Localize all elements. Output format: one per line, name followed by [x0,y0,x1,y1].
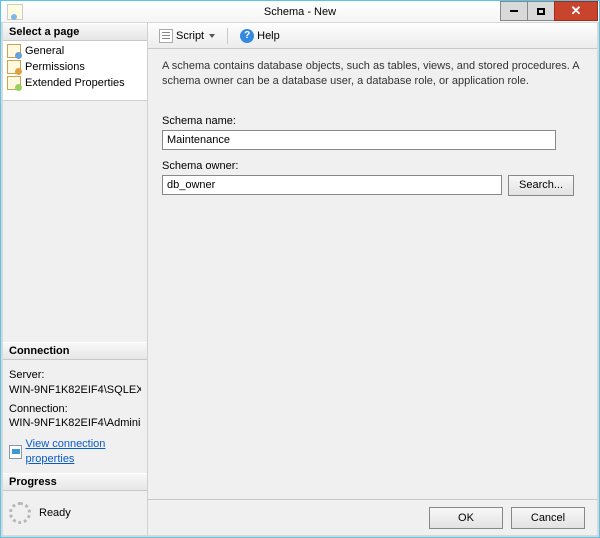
page-label: Extended Properties [25,77,125,89]
view-connection-link[interactable]: View connection properties [26,437,141,467]
page-item-general[interactable]: General [3,43,147,59]
page-label: Permissions [25,61,85,73]
main-content: A schema contains database objects, such… [148,49,597,499]
app-icon [7,4,23,20]
server-label: Server: [9,368,141,383]
schema-name-label: Schema name: [162,115,583,127]
help-button[interactable]: ? Help [235,26,285,46]
progress-body: Ready [3,491,147,535]
schema-owner-label: Schema owner: [162,160,583,172]
dialog-body: Select a page General Permissions Extend… [1,23,599,537]
page-icon [7,76,21,90]
select-page-header: Select a page [3,23,147,41]
page-item-extended-properties[interactable]: Extended Properties [3,75,147,91]
progress-spinner-icon [9,502,31,524]
script-icon [159,29,173,43]
close-button[interactable]: ✕ [554,1,598,21]
connection-body: Server: WIN-9NF1K82EIF4\SQLEXPRES Connec… [3,360,147,473]
view-connection-row: View connection properties [9,437,141,467]
right-panel: Script ? Help A schema contains database… [148,23,597,535]
script-label: Script [176,30,204,42]
description-text: A schema contains database objects, such… [162,59,583,89]
left-panel: Select a page General Permissions Extend… [3,23,148,535]
progress-state: Ready [39,507,71,519]
button-bar: OK Cancel [148,499,597,535]
minimize-button[interactable] [500,1,528,21]
search-button[interactable]: Search... [508,175,574,196]
page-item-permissions[interactable]: Permissions [3,59,147,75]
page-icon [7,44,21,58]
dialog-window: Schema - New ✕ Select a page General Per… [0,0,600,538]
schema-owner-row: Search... [162,175,583,196]
server-value: WIN-9NF1K82EIF4\SQLEXPRES [9,383,141,398]
connection-value: WIN-9NF1K82EIF4\Administrator [9,416,141,431]
page-icon [7,60,21,74]
toolbar: Script ? Help [148,23,597,49]
page-list: General Permissions Extended Properties [3,41,147,101]
help-icon: ? [240,29,254,43]
progress-header: Progress [3,473,147,491]
script-button[interactable]: Script [154,26,220,46]
help-label: Help [257,30,280,42]
page-label: General [25,45,64,57]
titlebar[interactable]: Schema - New ✕ [1,1,599,23]
maximize-button[interactable] [527,1,555,21]
left-spacer [3,101,147,342]
cancel-button[interactable]: Cancel [511,507,585,529]
window-controls: ✕ [501,1,598,21]
chevron-down-icon [209,34,215,38]
connection-label: Connection: [9,402,141,417]
schema-name-input[interactable] [162,130,556,150]
connection-header: Connection [3,342,147,360]
connection-properties-icon [9,445,22,459]
schema-owner-input[interactable] [162,175,502,195]
toolbar-separator [227,28,228,44]
ok-button[interactable]: OK [429,507,503,529]
